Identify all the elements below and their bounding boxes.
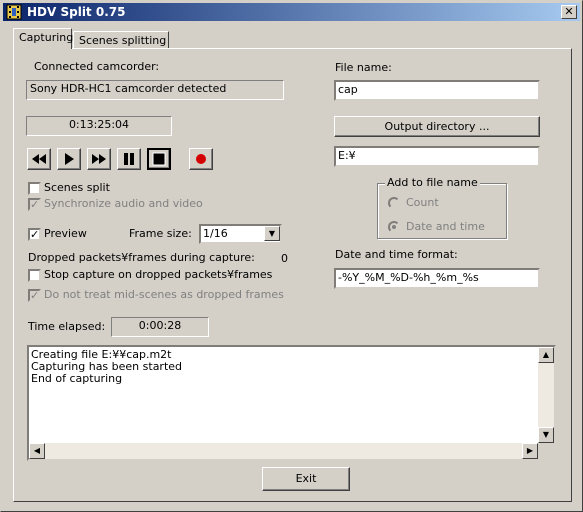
log-textarea[interactable]: Creating file E:¥¥cap.m2t Capturing has …	[27, 345, 556, 461]
film-icon	[6, 4, 22, 20]
scroll-left-icon[interactable]: ◀	[29, 443, 45, 459]
date-time-radio[interactable]	[388, 221, 400, 233]
tab-capturing[interactable]: Capturing	[13, 28, 73, 49]
log-line: End of capturing	[31, 372, 123, 385]
tab-scenes-splitting[interactable]: Scenes splitting	[73, 31, 169, 49]
window-title: HDV Split 0.75	[27, 5, 126, 19]
pause-button[interactable]	[117, 148, 141, 170]
mid-scenes-label: Do not treat mid-scenes as dropped frame…	[44, 288, 284, 301]
scrollbar-corner	[538, 443, 554, 459]
stop-icon	[152, 152, 166, 166]
record-icon	[196, 154, 206, 164]
preview-checkbox[interactable]: ✓	[28, 228, 41, 241]
sync-av-label: Synchronize audio and video	[44, 197, 203, 210]
camcorder-status: Sony HDR-HC1 camcorder detected	[26, 80, 284, 100]
title-bar[interactable]: HDV Split 0.75 ✕	[3, 3, 580, 21]
file-name-label: File name:	[335, 61, 392, 74]
camcorder-label: Connected camcorder:	[34, 60, 160, 73]
dropped-count: 0	[281, 252, 288, 265]
stop-on-dropped-label: Stop capture on dropped packets¥frames	[44, 268, 273, 281]
add-to-file-label: Add to file name	[385, 176, 480, 189]
date-format-label: Date and time format:	[335, 248, 458, 261]
horizontal-scrollbar[interactable]: ◀ ▶	[29, 443, 538, 459]
scroll-up-icon[interactable]: ▲	[538, 347, 554, 363]
date-format-input[interactable]: -%Y_%M_%D-%h_%m_%s	[334, 268, 540, 289]
chevron-down-icon[interactable]: ▼	[264, 226, 280, 241]
play-button[interactable]	[57, 148, 81, 170]
log-lines: Creating file E:¥¥cap.m2t Capturing has …	[31, 349, 182, 385]
fast-forward-icon	[92, 154, 106, 164]
output-directory-field[interactable]: E:¥	[334, 146, 540, 167]
timecode-display: 0:13:25:04	[26, 116, 172, 136]
rewind-button[interactable]	[27, 148, 51, 170]
count-radio-label: Count	[406, 196, 439, 209]
file-name-input[interactable]: cap	[334, 80, 540, 101]
main-window: HDV Split 0.75 ✕ Capturing Scenes splitt…	[0, 0, 583, 512]
date-time-radio-label: Date and time	[406, 220, 485, 233]
count-radio[interactable]	[388, 197, 400, 209]
scroll-right-icon[interactable]: ▶	[522, 443, 538, 459]
scenes-split-checkbox[interactable]	[28, 182, 41, 195]
exit-button[interactable]: Exit	[262, 467, 350, 491]
close-button[interactable]: ✕	[561, 5, 577, 19]
mid-scenes-checkbox[interactable]: ✓	[28, 289, 41, 302]
scenes-split-label: Scenes split	[44, 181, 110, 194]
stop-on-dropped-checkbox[interactable]	[28, 269, 41, 282]
fast-forward-button[interactable]	[87, 148, 111, 170]
close-icon: ✕	[564, 5, 574, 18]
vertical-scrollbar[interactable]: ▲ ▼	[538, 347, 554, 443]
stop-button[interactable]	[147, 148, 171, 170]
output-directory-button[interactable]: Output directory ...	[334, 116, 540, 137]
time-elapsed-label: Time elapsed:	[28, 320, 106, 333]
sync-av-checkbox[interactable]: ✓	[28, 198, 41, 211]
dropped-label: Dropped packets¥frames during capture:	[28, 251, 255, 264]
scroll-down-icon[interactable]: ▼	[538, 427, 554, 443]
frame-size-select[interactable]: 1/16 ▼	[199, 224, 282, 244]
record-button[interactable]	[189, 148, 213, 170]
preview-label: Preview	[44, 227, 87, 240]
pause-icon	[124, 153, 134, 165]
rewind-icon	[32, 154, 46, 164]
time-elapsed-value: 0:00:28	[111, 317, 209, 337]
play-icon	[65, 153, 74, 165]
frame-size-label: Frame size:	[129, 227, 192, 240]
